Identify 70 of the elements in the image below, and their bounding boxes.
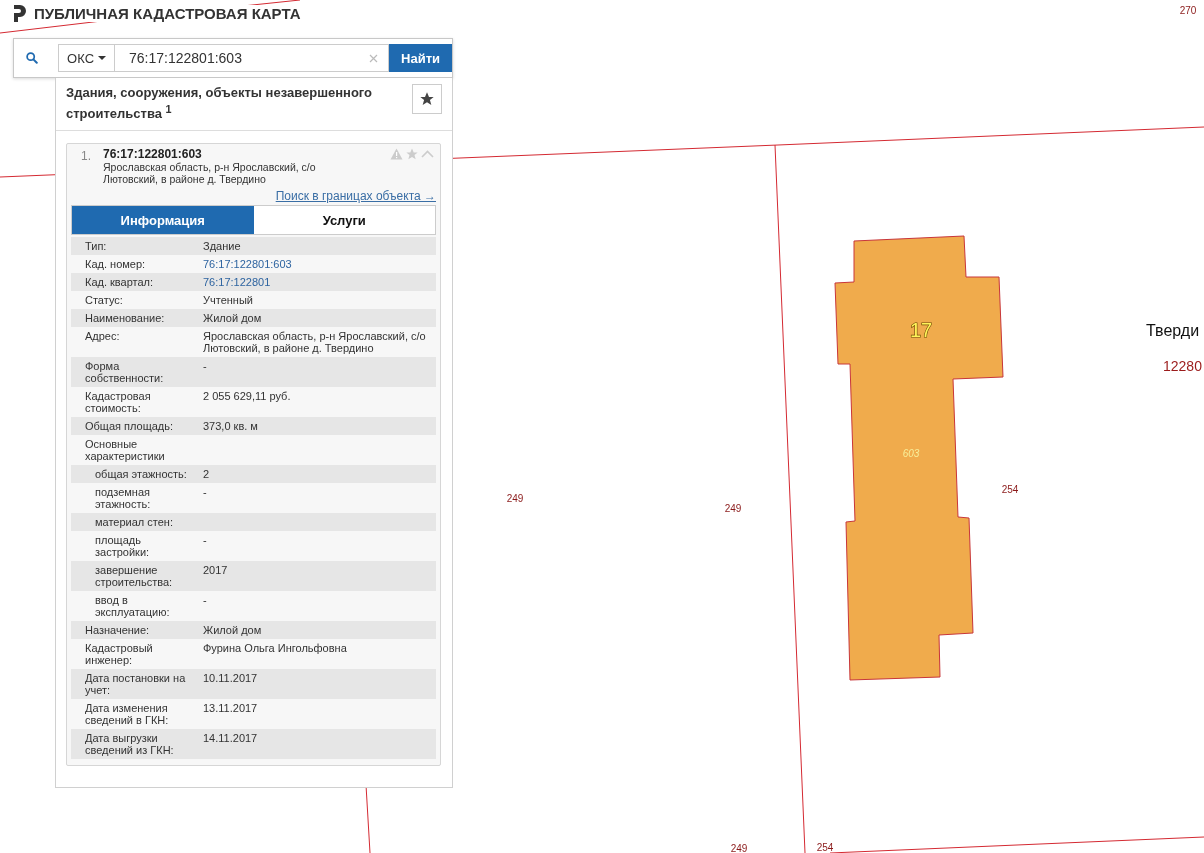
field-value: 10.11.2017 (203, 672, 259, 687)
star-icon[interactable] (405, 147, 419, 161)
field-label: завершение строительства: (94, 564, 174, 589)
field-value: - (203, 594, 208, 609)
field-label: Кад. квартал: (85, 276, 155, 289)
collapse-icon[interactable] (421, 150, 434, 159)
field-value: - (203, 534, 208, 549)
field-label: Тип: (85, 240, 108, 253)
building-number: 603 (902, 448, 920, 459)
map-label: 254 (816, 842, 834, 853)
type-dropdown[interactable]: ОКС (58, 44, 116, 72)
field-value: 2 055 629,11 руб. (203, 390, 292, 405)
field-label: Основные характеристики (85, 438, 166, 463)
field-value: - (203, 486, 208, 501)
field-label: общая этажность: (94, 468, 188, 481)
map-label: 249 (730, 843, 748, 853)
field-value: Жилой дом (203, 312, 263, 325)
app-title: ПУБЛИЧНАЯ КАДАСТРОВАЯ КАРТА (34, 5, 301, 22)
field-value: Здание (203, 240, 242, 253)
field-value: Ярославская область, р-н Ярославский, с/о Лютовский, в районе д. Твердино (203, 330, 427, 355)
tab[interactable]: Услуги (253, 206, 435, 235)
field-label: Дата изменения сведений в ГКН: (85, 702, 170, 727)
result-number: 1. (81, 148, 91, 166)
search-field[interactable]: 76:17:122801:603 (115, 44, 390, 72)
field-label: Кадастровый инженер: (85, 642, 154, 667)
building-shape[interactable] (834, 235, 1004, 681)
result-address: Ярославская область, р-н Ярославский, с/о Лютовский, в районе д. Твердино (103, 161, 317, 186)
field-value: Учтенный (203, 294, 254, 307)
map-label: 254 (1001, 484, 1019, 495)
warning-icon[interactable] (390, 148, 403, 161)
place-label: Тверди (1146, 322, 1200, 339)
clear-icon[interactable] (369, 53, 379, 63)
category-title: Здания, сооружения, объекты незавершенного строительства $^{1}$ (66, 84, 374, 123)
map-label: 249 (724, 503, 742, 514)
map-label: 249 (506, 493, 524, 504)
search-icon[interactable] (26, 49, 39, 67)
field-label: ввод в эксплуатацию: (94, 594, 171, 619)
field-label: площадь застройки: (94, 534, 151, 559)
field-value: - (203, 360, 208, 375)
field-value: 2017 (203, 564, 229, 579)
field-value: Жилой дом (203, 624, 263, 637)
field-label: Дата выгрузки сведений из ГКН: (85, 732, 175, 757)
field-label: подземная этажность: (94, 486, 152, 511)
field-label: Статус: (85, 294, 124, 307)
field-label: Адрес: (85, 330, 121, 345)
field-value: 2 (203, 468, 211, 481)
field-label: Форма собственности: (85, 360, 165, 385)
field-label: Дата постановки на учет: (85, 672, 187, 697)
field-link[interactable]: 76:17:122801 (203, 276, 436, 289)
building-number: 17 (909, 319, 933, 341)
field-label: Кадастровая стоимость: (85, 390, 152, 415)
field-link[interactable]: 76:17:122801:603 (203, 258, 436, 271)
field-value: 14.11.2017 (203, 732, 259, 747)
search-within-link[interactable]: Поиск в границах объекта → (275, 189, 436, 204)
field-label: Кад. номер: (85, 258, 147, 271)
field-value: 13.11.2017 (203, 702, 259, 717)
field-label: Наименование: (85, 312, 166, 325)
field-label: Назначение: (85, 624, 151, 637)
quarter-label: 12280 (1163, 358, 1202, 374)
field-label: Общая площадь: (85, 420, 175, 433)
result-cadastral-number: 76:17:122801:603 (103, 147, 203, 162)
favorite-button[interactable] (412, 84, 442, 114)
find-button[interactable]: Найти (389, 44, 452, 72)
field-value: 373,0 кв. м (203, 420, 259, 433)
tab[interactable]: Информация (72, 206, 254, 235)
star-icon (419, 91, 435, 107)
field-label: материал стен: (94, 516, 174, 529)
logo-icon (12, 5, 26, 22)
map-label: 270 (1179, 5, 1197, 16)
field-value: Фурина Ольга Ингольфовна (203, 642, 348, 657)
